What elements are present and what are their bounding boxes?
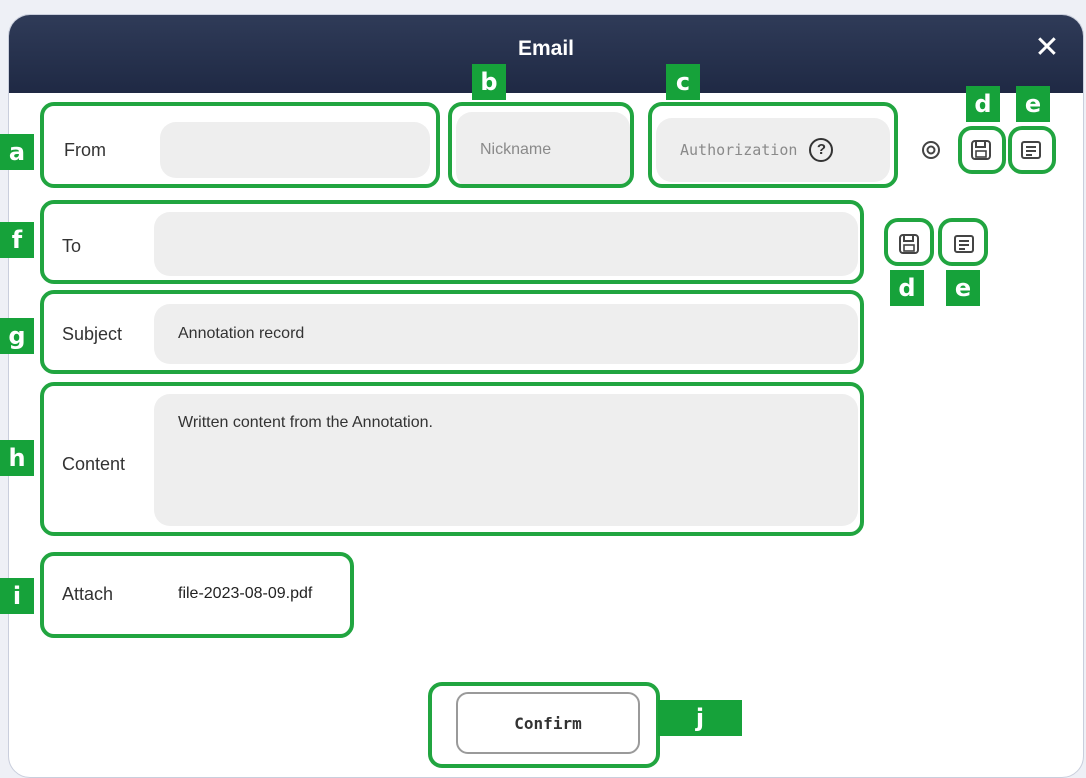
badge-h: h: [0, 440, 34, 476]
annotation-box-subject: [40, 290, 864, 374]
annotation-box-contacts-top: [1008, 126, 1056, 174]
badge-d-to: d: [890, 270, 924, 306]
badge-f: f: [0, 222, 34, 258]
badge-e-top: e: [1016, 86, 1050, 122]
badge-a: a: [0, 134, 34, 170]
badge-b: b: [472, 64, 506, 100]
badge-e-to: e: [946, 270, 980, 306]
dialog-titlebar: Email ✕: [9, 15, 1083, 93]
badge-j: j: [658, 700, 742, 736]
badge-g: g: [0, 318, 34, 354]
annotation-box-content: [40, 382, 864, 536]
annotation-box-contacts-to: [938, 218, 988, 266]
settings-icon[interactable]: [918, 137, 944, 163]
annotation-box-save-top: [958, 126, 1006, 174]
badge-d-top: d: [966, 86, 1000, 122]
close-button[interactable]: ✕: [1031, 33, 1063, 65]
annotation-box-nickname: [448, 102, 634, 188]
annotation-box-attach: [40, 552, 354, 638]
annotation-box-authorization: [648, 102, 898, 188]
annotation-box-save-to: [884, 218, 934, 266]
badge-c: c: [666, 64, 700, 100]
dialog-title: Email: [517, 37, 575, 60]
badge-i: i: [0, 578, 34, 614]
annotation-box-to: [40, 200, 864, 284]
annotation-box-from: [40, 102, 440, 188]
annotation-box-confirm: [428, 682, 660, 768]
